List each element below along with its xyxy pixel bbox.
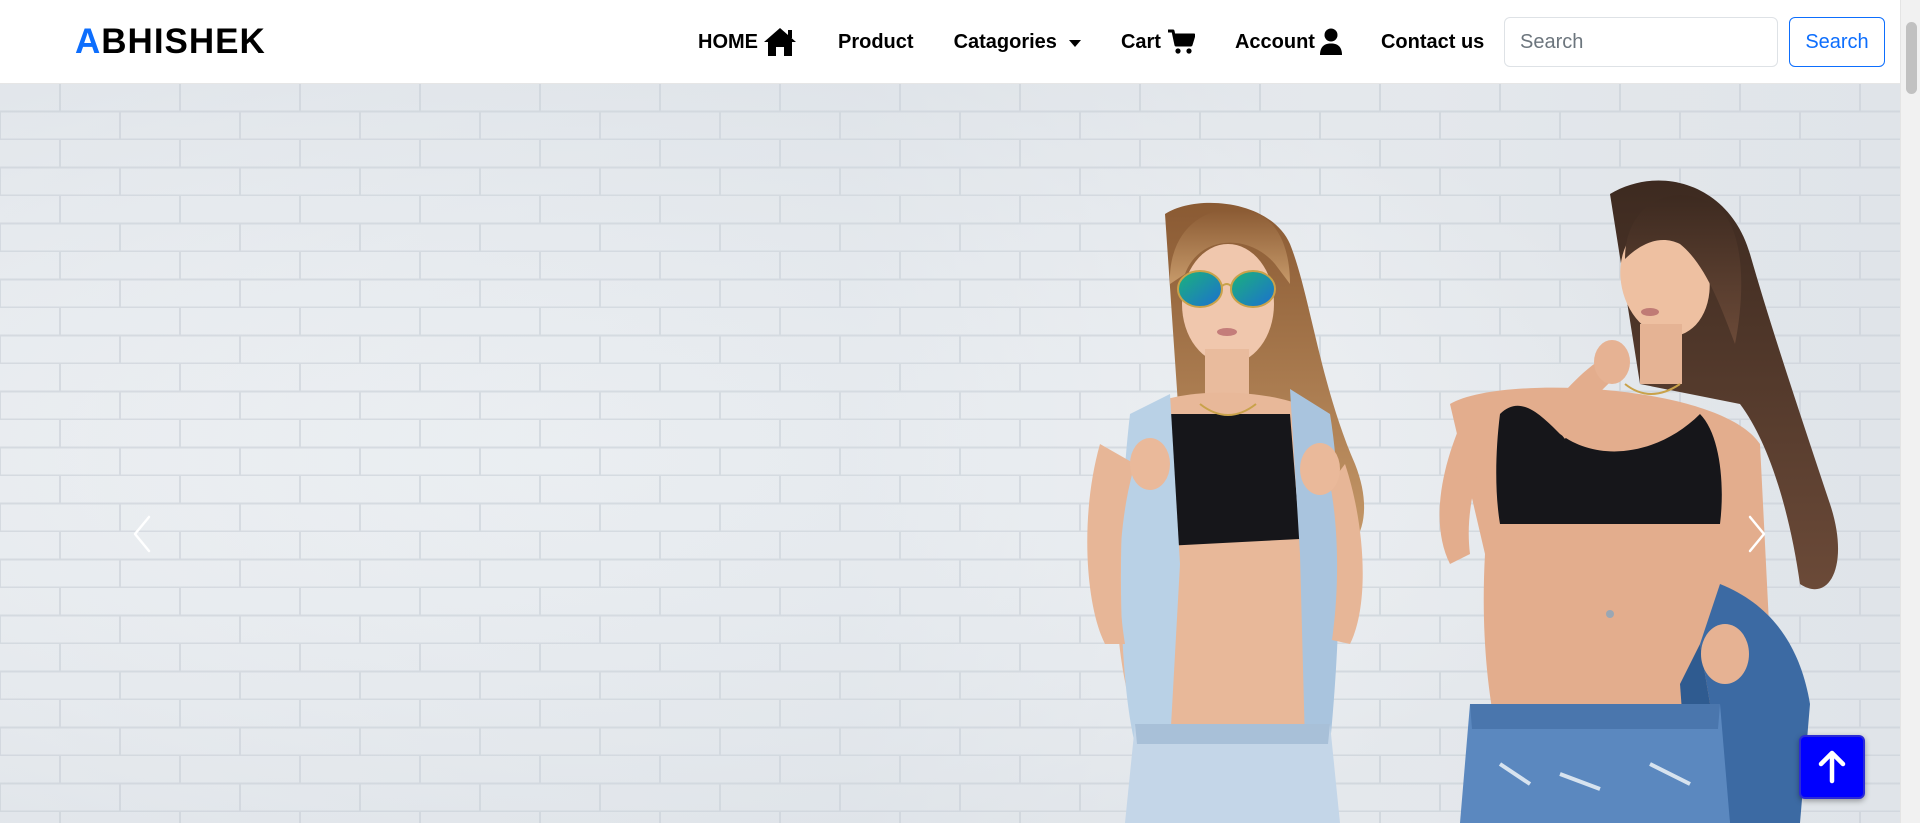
hero-image [0, 84, 1900, 823]
nav-categories-dropdown[interactable]: Catagories [954, 0, 1081, 84]
nav-menu: HOME Product Catagories Cart Account Con… [698, 0, 1484, 84]
nav-categories-label: Catagories [953, 30, 1057, 53]
hero-carousel [0, 84, 1900, 823]
nav-home[interactable]: HOME [698, 0, 798, 84]
nav-contact-us[interactable]: Contact us [1381, 0, 1484, 84]
arrow-up-icon [1818, 750, 1846, 784]
nav-account-label: Account [1234, 30, 1315, 53]
page-scrollbar[interactable] [1900, 0, 1920, 823]
chevron-left-icon [133, 515, 151, 553]
nav-home-label: HOME [698, 30, 758, 53]
back-to-top-button[interactable] [1799, 735, 1865, 799]
navbar: ABHISHEK HOME Product Catagories Cart Ac… [0, 0, 1900, 84]
search-button[interactable]: Search [1789, 17, 1885, 67]
cart-icon [1167, 29, 1195, 54]
carousel-prev-button[interactable] [122, 504, 162, 564]
nav-product-label: Product [838, 30, 914, 53]
scrollbar-thumb[interactable] [1906, 22, 1917, 94]
nav-account[interactable]: Account [1235, 0, 1343, 84]
nav-product[interactable]: Product [838, 0, 914, 84]
nav-contact-label: Contact us [1380, 30, 1485, 53]
brand-rest: BHISHEK [101, 22, 266, 61]
brand-logo[interactable]: ABHISHEK [75, 22, 266, 62]
nav-cart-label: Cart [1120, 30, 1161, 53]
nav-cart[interactable]: Cart [1121, 0, 1195, 84]
house-icon [764, 28, 796, 56]
user-icon [1319, 28, 1342, 55]
caret-down-icon [1068, 39, 1081, 47]
search-input[interactable] [1504, 17, 1778, 67]
chevron-right-icon [1748, 515, 1766, 553]
carousel-next-button[interactable] [1737, 504, 1777, 564]
brand-first-letter: A [75, 22, 102, 61]
